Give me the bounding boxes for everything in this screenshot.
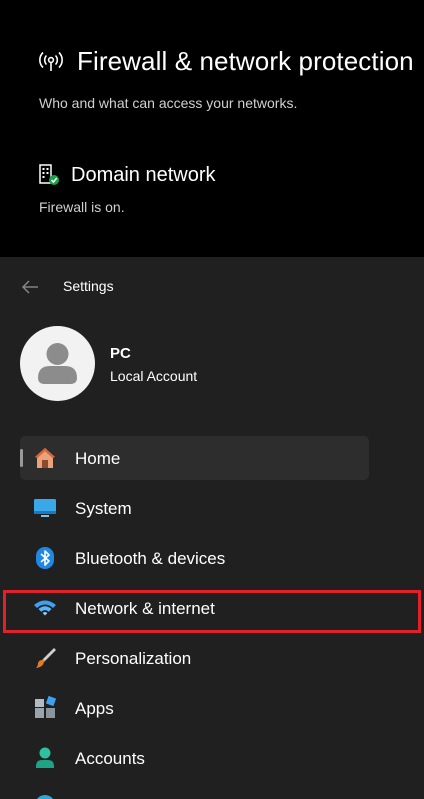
nav-label: Network & internet <box>75 599 215 618</box>
app-title: Settings <box>63 278 114 294</box>
nav-item-next-partial[interactable] <box>33 793 57 799</box>
home-icon <box>35 448 55 468</box>
page-subtitle: Who and what can access your networks. <box>39 95 298 111</box>
nav-item-accounts[interactable]: Accounts <box>20 736 369 780</box>
nav-label: Bluetooth & devices <box>75 549 226 568</box>
nav-item-bluetooth[interactable]: Bluetooth & devices <box>20 536 369 580</box>
time-language-icon <box>37 795 53 799</box>
account-name: PC <box>110 345 131 362</box>
bluetooth-icon <box>36 547 54 569</box>
nav-item-network[interactable]: Network & internet <box>20 586 369 630</box>
user-silhouette-icon <box>38 343 77 384</box>
nav-label: Personalization <box>75 649 192 668</box>
nav-item-personalization[interactable]: Personalization <box>20 636 369 680</box>
nav-label: Home <box>75 449 121 468</box>
nav-item-home[interactable]: Home <box>20 436 369 480</box>
apps-icon <box>35 696 57 718</box>
nav-label: System <box>75 499 132 518</box>
nav-label: Accounts <box>75 749 145 768</box>
domain-network-title: Domain network <box>71 163 216 186</box>
nav-label: Apps <box>75 699 114 718</box>
system-icon <box>34 499 56 517</box>
back-arrow-icon[interactable] <box>20 278 40 296</box>
account-type: Local Account <box>110 368 198 384</box>
nav-item-system[interactable]: System <box>20 486 369 530</box>
selection-indicator <box>20 449 23 467</box>
avatar[interactable] <box>20 326 95 401</box>
antenna-icon <box>39 51 63 71</box>
domain-network-link[interactable]: Domain network <box>38 163 216 187</box>
domain-network-status: Firewall is on. <box>39 199 125 215</box>
page-title: Firewall & network protection <box>77 46 414 76</box>
domain-network-icon <box>39 164 59 185</box>
nav-item-apps[interactable]: Apps <box>20 686 369 730</box>
firewall-header: Firewall & network protection <box>38 46 414 77</box>
firewall-panel: Firewall & network protection Who and wh… <box>0 0 424 257</box>
wifi-icon <box>34 600 56 616</box>
accounts-icon <box>36 747 54 768</box>
settings-window: Settings PC Local Account Home System Bl… <box>0 257 424 799</box>
brush-icon <box>36 648 56 668</box>
